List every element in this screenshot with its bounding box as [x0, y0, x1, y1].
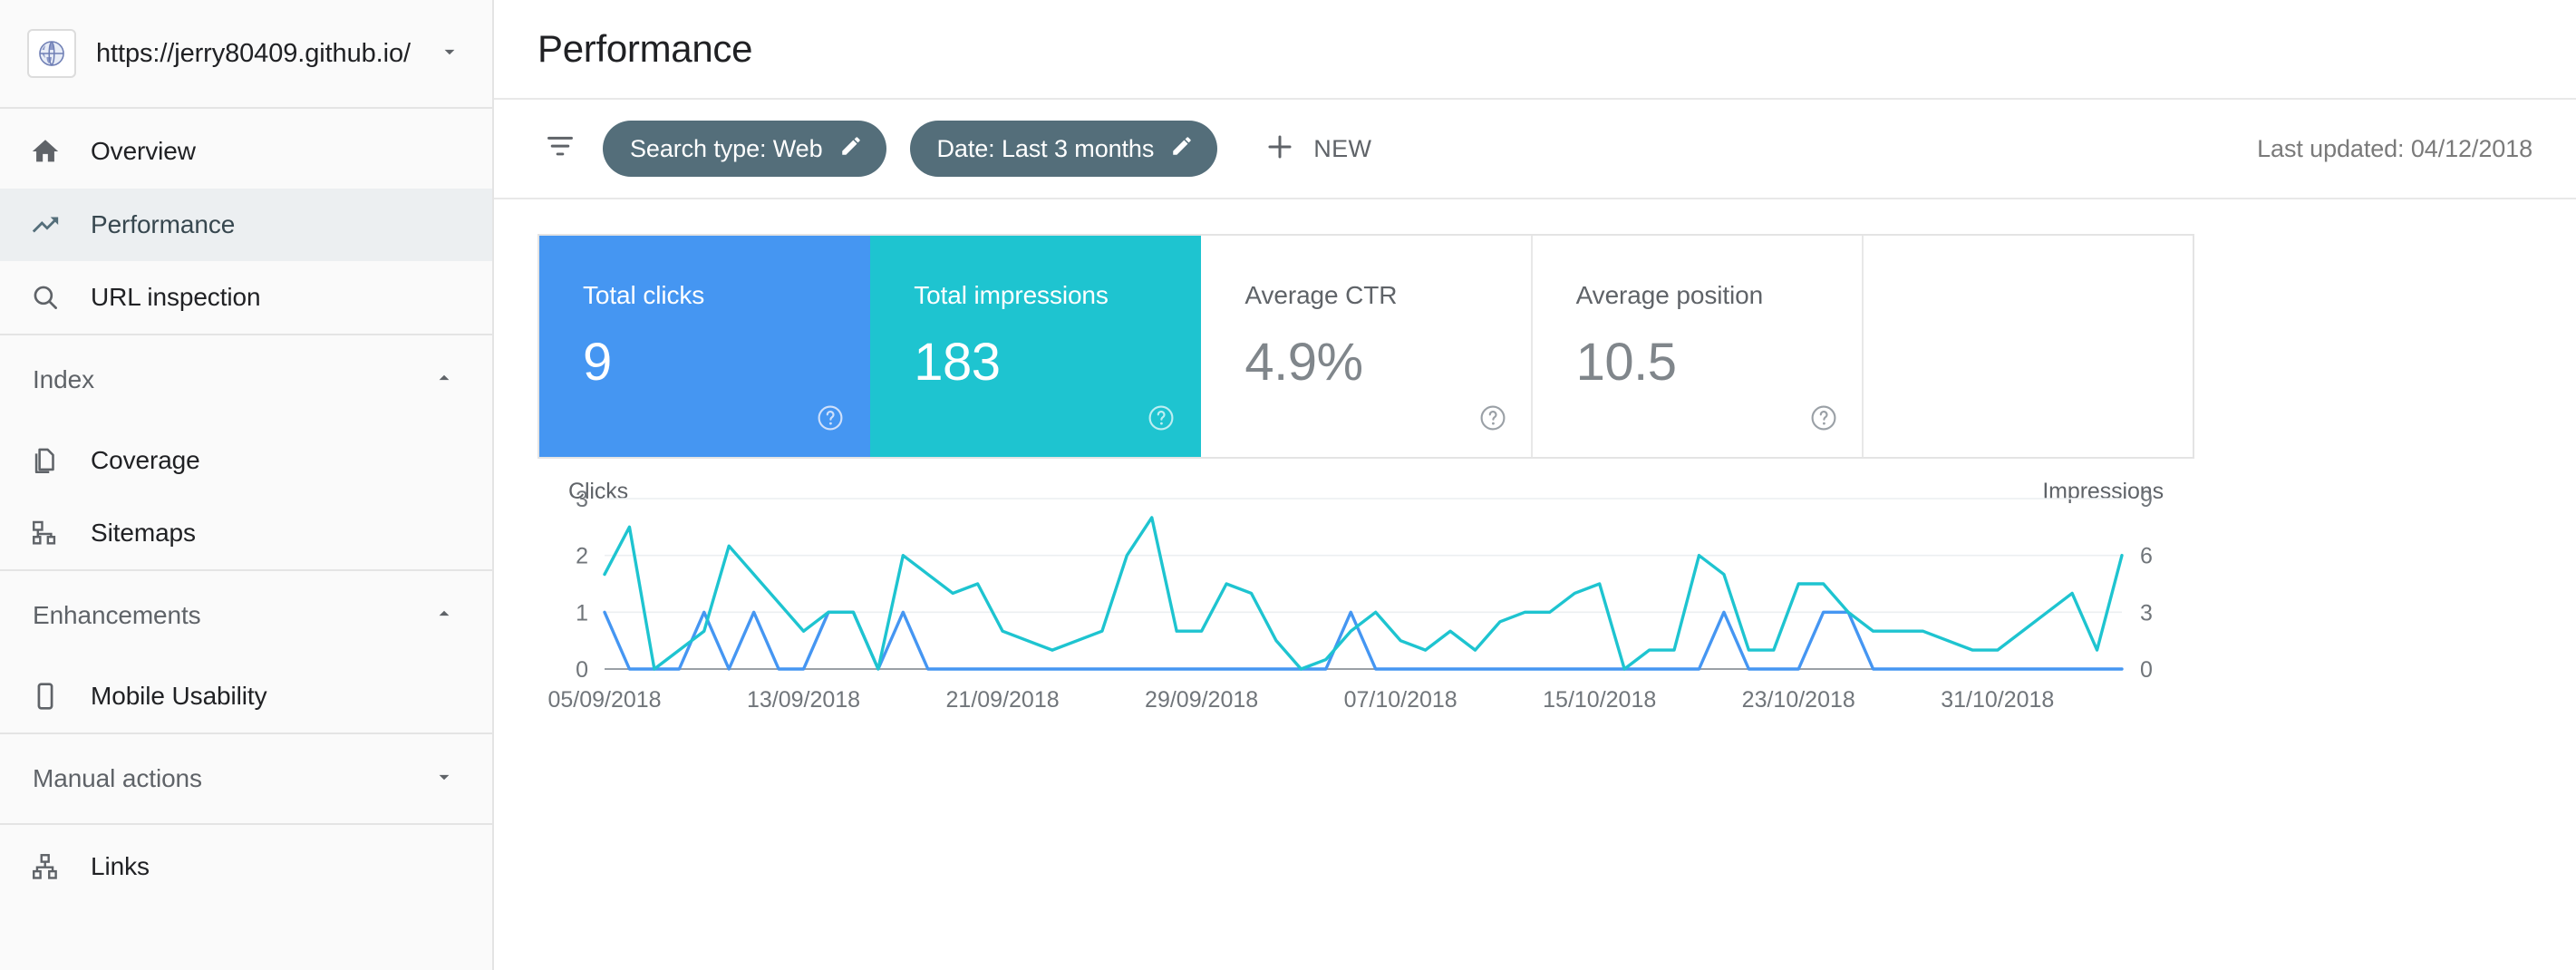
metric-tab-average-ctr[interactable]: Average CTR 4.9% — [1201, 236, 1532, 457]
search-icon — [27, 282, 63, 313]
property-selector[interactable]: https://jerry80409.github.io/ — [0, 0, 492, 109]
filter-icon[interactable] — [545, 131, 576, 167]
sidebar-item-coverage[interactable]: Coverage — [0, 424, 492, 497]
page-header: Performance — [494, 0, 2576, 100]
sidebar-section-label: Manual actions — [33, 764, 432, 793]
chart-x-tick-label: 29/09/2018 — [1145, 687, 1258, 713]
sidebar-item-label: Mobile Usability — [91, 682, 266, 711]
chart-x-tick-label: 05/09/2018 — [547, 687, 661, 713]
metric-label: Total impressions — [914, 281, 1199, 310]
sidebar-item-label: Sitemaps — [91, 519, 196, 548]
chart-right-tick-label: 6 — [2140, 544, 2153, 569]
filter-chip-search-type[interactable]: Search type: Web — [603, 121, 886, 177]
filter-chip-label: Search type: Web — [630, 135, 823, 163]
metric-label: Average CTR — [1244, 281, 1530, 310]
help-circle-icon[interactable] — [1147, 403, 1176, 437]
metric-label: Total clicks — [583, 281, 868, 310]
trending-up-icon — [27, 209, 63, 240]
sidebar-item-overview[interactable]: Overview — [0, 109, 492, 189]
sidebar-item-label: Performance — [91, 210, 235, 239]
globe-icon — [27, 29, 76, 78]
chart-x-tick-label: 15/10/2018 — [1543, 687, 1656, 713]
plus-icon — [1264, 131, 1295, 167]
search-console-app: https://jerry80409.github.io/ Overview P… — [0, 0, 2576, 970]
help-circle-icon[interactable] — [816, 403, 845, 437]
chart-series-impressions — [605, 518, 2122, 669]
filter-chip-date[interactable]: Date: Last 3 months — [910, 121, 1218, 177]
add-filter-button[interactable]: NEW — [1264, 131, 1371, 167]
metric-label: Average position — [1576, 281, 1862, 310]
chart-x-tick-label: 13/09/2018 — [747, 687, 860, 713]
links-hierarchy-icon — [27, 851, 63, 882]
metric-tabs: Total clicks 9 Total impressions 1 — [539, 236, 2193, 457]
help-circle-icon[interactable] — [1809, 403, 1838, 437]
chart-right-tick-label: 3 — [2140, 600, 2153, 626]
content-area: Total clicks 9 Total impressions 1 — [494, 199, 2576, 970]
sidebar-section-label: Index — [33, 365, 432, 394]
chart-canvas: 0 0 1 3 2 6 3 9 05/09/2018 13/09/2018 21/09/2018 29… — [539, 457, 2193, 729]
primary-nav: Overview Performance URL inspection — [0, 109, 492, 334]
chart-right-tick-label: 9 — [2140, 487, 2153, 512]
page-title: Performance — [537, 27, 752, 71]
metric-value: 183 — [914, 332, 1199, 393]
sidebar-item-performance[interactable]: Performance — [0, 189, 492, 261]
sidebar-item-url-inspection[interactable]: URL inspection — [0, 261, 492, 334]
chart-left-tick-label: 2 — [576, 544, 588, 569]
pencil-icon[interactable] — [1170, 134, 1194, 164]
sidebar: https://jerry80409.github.io/ Overview P… — [0, 0, 494, 970]
sidebar-item-label: URL inspection — [91, 283, 260, 312]
metric-value: 4.9% — [1244, 332, 1530, 393]
chart-x-tick-label: 31/10/2018 — [1941, 687, 2054, 713]
chevron-up-icon[interactable] — [432, 602, 456, 630]
chevron-up-icon[interactable] — [432, 366, 456, 394]
metric-tab-empty — [1864, 236, 2193, 457]
sidebar-section-label: Enhancements — [33, 601, 432, 630]
mobile-phone-icon — [27, 681, 63, 712]
last-updated-text: Last updated: 04/12/2018 — [2257, 135, 2532, 163]
sidebar-item-mobile-usability[interactable]: Mobile Usability — [0, 660, 492, 732]
help-circle-icon[interactable] — [1478, 403, 1507, 437]
metric-tab-total-clicks[interactable]: Total clicks 9 — [539, 236, 870, 457]
chart-left-tick-label: 3 — [576, 487, 588, 512]
pencil-icon[interactable] — [839, 134, 863, 164]
filter-toolbar: Search type: Web Date: Last 3 months NEW… — [494, 100, 2576, 199]
chart-left-tick-label: 0 — [576, 657, 588, 683]
chart-x-tick-label: 23/10/2018 — [1742, 687, 1855, 713]
chart-right-tick-label: 0 — [2140, 657, 2153, 683]
sidebar-item-sitemaps[interactable]: Sitemaps — [0, 497, 492, 569]
sitemap-icon — [27, 518, 63, 548]
sidebar-item-label: Coverage — [91, 446, 200, 475]
chart-x-tick-label: 07/10/2018 — [1344, 687, 1457, 713]
chevron-down-icon[interactable] — [432, 765, 456, 793]
sidebar-item-label: Overview — [91, 137, 196, 166]
sidebar-section-index[interactable]: Index — [0, 335, 492, 424]
performance-card: Total clicks 9 Total impressions 1 — [537, 234, 2194, 459]
sidebar-section-manual-actions[interactable]: Manual actions — [0, 734, 492, 823]
home-icon — [27, 136, 63, 167]
metric-value: 10.5 — [1576, 332, 1862, 393]
documents-icon — [27, 445, 63, 476]
sidebar-section-enhancements[interactable]: Enhancements — [0, 571, 492, 660]
chevron-down-icon[interactable] — [438, 40, 461, 68]
filter-chip-label: Date: Last 3 months — [937, 135, 1155, 163]
metric-tab-average-position[interactable]: Average position 10.5 — [1533, 236, 1864, 457]
metric-tab-total-impressions[interactable]: Total impressions 183 — [870, 236, 1201, 457]
add-filter-label: NEW — [1313, 135, 1371, 163]
sidebar-item-label: Links — [91, 852, 150, 881]
property-url: https://jerry80409.github.io/ — [96, 39, 418, 69]
main-content: Performance Search type: Web Date: Last … — [494, 0, 2576, 970]
chart-left-tick-label: 1 — [576, 600, 588, 626]
metric-value: 9 — [583, 332, 868, 393]
sidebar-item-links[interactable]: Links — [0, 825, 492, 908]
chart-x-tick-label: 21/09/2018 — [946, 687, 1060, 713]
